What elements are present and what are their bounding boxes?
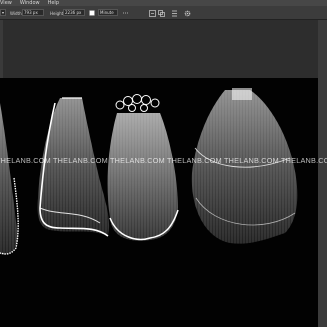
veil-1 bbox=[0, 103, 19, 255]
height-field[interactable]: 2236 px bbox=[63, 9, 85, 16]
arrange-icon[interactable] bbox=[170, 9, 178, 17]
fill-swatch-icon[interactable] bbox=[88, 9, 96, 17]
width-field[interactable]: 793 px bbox=[22, 9, 44, 16]
document-canvas[interactable] bbox=[0, 78, 318, 327]
stroke-field[interactable]: Minute bbox=[98, 9, 118, 16]
path-ops-icon[interactable] bbox=[157, 9, 165, 17]
veil-4 bbox=[191, 88, 298, 244]
align-icon[interactable] bbox=[148, 9, 156, 17]
veils-image bbox=[0, 88, 298, 255]
shape-mode-dropdown[interactable]: ▾ bbox=[0, 9, 6, 16]
veil-3 bbox=[107, 94, 179, 241]
watermark-text: THELANB.COM THELANB.COM THELANB.COM THEL… bbox=[0, 156, 327, 165]
veil-2 bbox=[37, 97, 110, 237]
gear-icon[interactable] bbox=[183, 9, 191, 17]
options-bar: ▾ Width: 793 px Height: 2236 px Minute bbox=[0, 6, 327, 20]
panel-dock-edge bbox=[318, 20, 327, 327]
stroke-options-icon[interactable] bbox=[122, 9, 130, 17]
